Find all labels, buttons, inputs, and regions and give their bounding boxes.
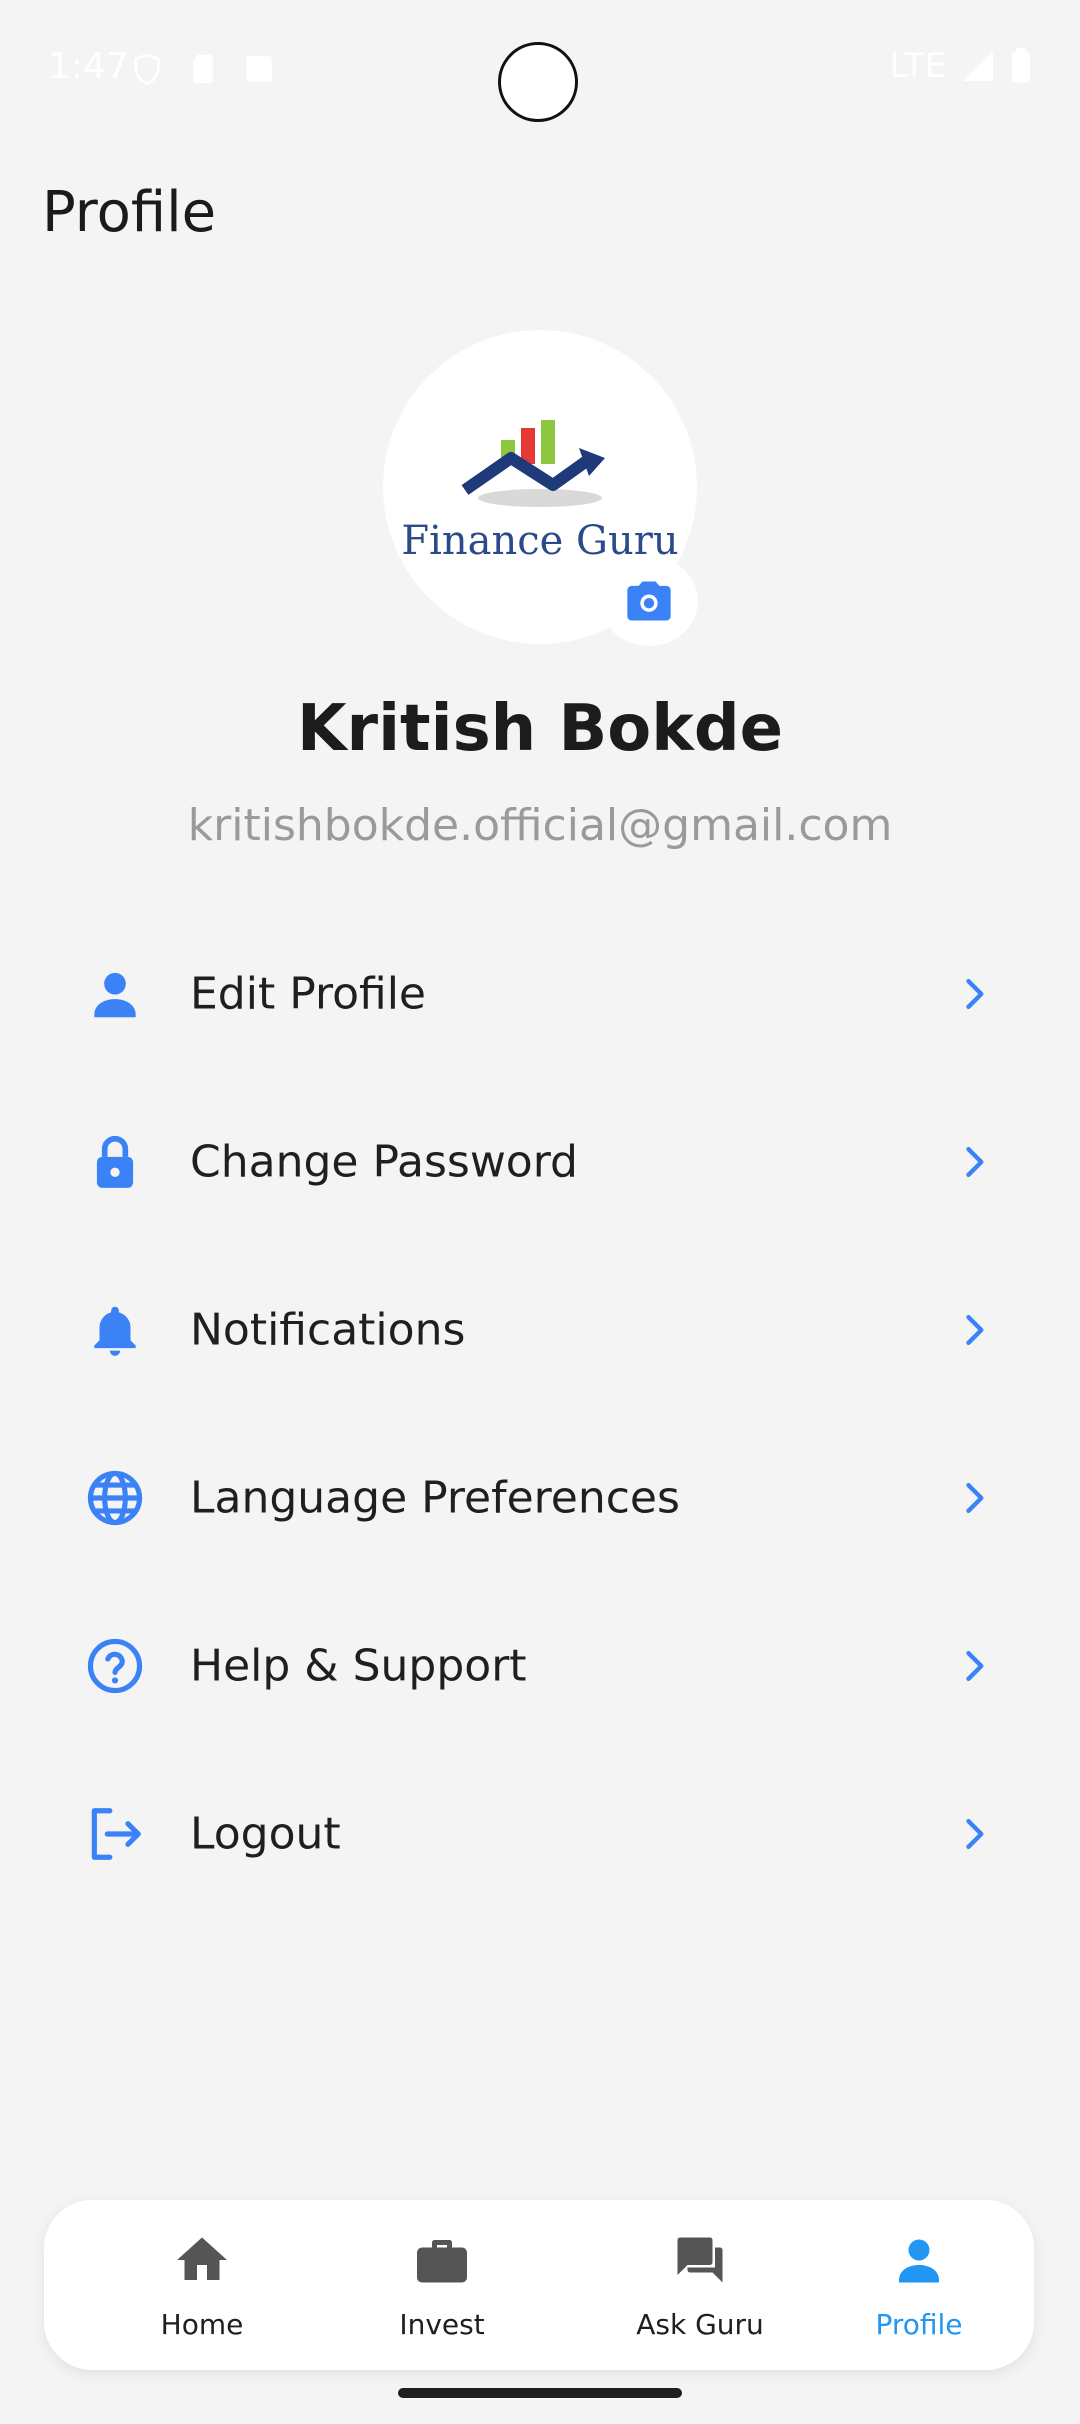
nav-ask-guru[interactable]: Ask Guru: [600, 2200, 800, 2370]
nav-invest[interactable]: Invest: [342, 2200, 542, 2370]
status-bar: 1:47 LTE: [0, 0, 1080, 140]
change-photo-button[interactable]: [600, 556, 698, 646]
nav-label: Ask Guru: [636, 2307, 764, 2341]
logout-icon: [84, 1803, 146, 1865]
globe-icon: [84, 1467, 146, 1529]
status-right-icons: LTE: [889, 46, 1032, 86]
menu-item-change-password[interactable]: Change Password: [0, 1078, 1080, 1246]
nav-profile[interactable]: Profile: [819, 2200, 1019, 2370]
chevron-right-icon: [952, 1476, 996, 1520]
chevron-right-icon: [952, 972, 996, 1016]
nav-home[interactable]: Home: [102, 2200, 302, 2370]
shield-icon: [134, 53, 160, 85]
menu-label: Notifications: [190, 1304, 466, 1356]
battery-icon: [1012, 48, 1030, 83]
chevron-right-icon: [952, 1140, 996, 1184]
signal-icon: [963, 51, 993, 81]
person-icon: [899, 2239, 939, 2282]
home-indicator[interactable]: [398, 2388, 682, 2398]
person-icon: [84, 963, 146, 1025]
user-email: kritishbokde.official@gmail.com: [187, 800, 893, 851]
bell-icon: [84, 1299, 146, 1361]
chevron-right-icon: [952, 1308, 996, 1352]
menu-label: Change Password: [190, 1136, 578, 1188]
chevron-right-icon: [952, 1812, 996, 1856]
nav-label: Invest: [399, 2307, 485, 2341]
menu-item-edit-profile[interactable]: Edit Profile: [0, 910, 1080, 1078]
page-title: Profile: [42, 180, 217, 245]
network-type: LTE: [889, 46, 946, 86]
menu-label: Help & Support: [190, 1640, 527, 1692]
briefcase-icon: [417, 2239, 467, 2282]
menu-item-help-support[interactable]: Help & Support: [0, 1582, 1080, 1750]
help-circle-icon: [84, 1635, 146, 1697]
settings-menu: Edit Profile Change Password Notificatio…: [0, 910, 1080, 1918]
menu-label: Language Preferences: [190, 1472, 680, 1524]
menu-label: Logout: [190, 1808, 341, 1860]
user-name: Kritish Bokde: [296, 692, 784, 766]
menu-label: Edit Profile: [190, 968, 427, 1020]
menu-item-notifications[interactable]: Notifications: [0, 1246, 1080, 1414]
chat-icon: [677, 2237, 723, 2282]
camera-icon: [627, 581, 671, 621]
text-a-icon: [246, 56, 272, 82]
status-time: 1:47: [48, 46, 129, 87]
chevron-right-icon: [952, 1644, 996, 1688]
nav-label: Profile: [875, 2307, 963, 2341]
status-left-icons: [130, 52, 276, 86]
home-icon: [177, 2237, 227, 2280]
camera-cutout: [498, 42, 578, 122]
sim-card-icon: [193, 54, 213, 84]
lock-icon: [84, 1131, 146, 1193]
menu-item-language-preferences[interactable]: Language Preferences: [0, 1414, 1080, 1582]
menu-item-logout[interactable]: Logout: [0, 1750, 1080, 1918]
bottom-navigation: Home Invest Ask Guru Profile: [44, 2200, 1034, 2370]
nav-label: Home: [160, 2307, 244, 2341]
